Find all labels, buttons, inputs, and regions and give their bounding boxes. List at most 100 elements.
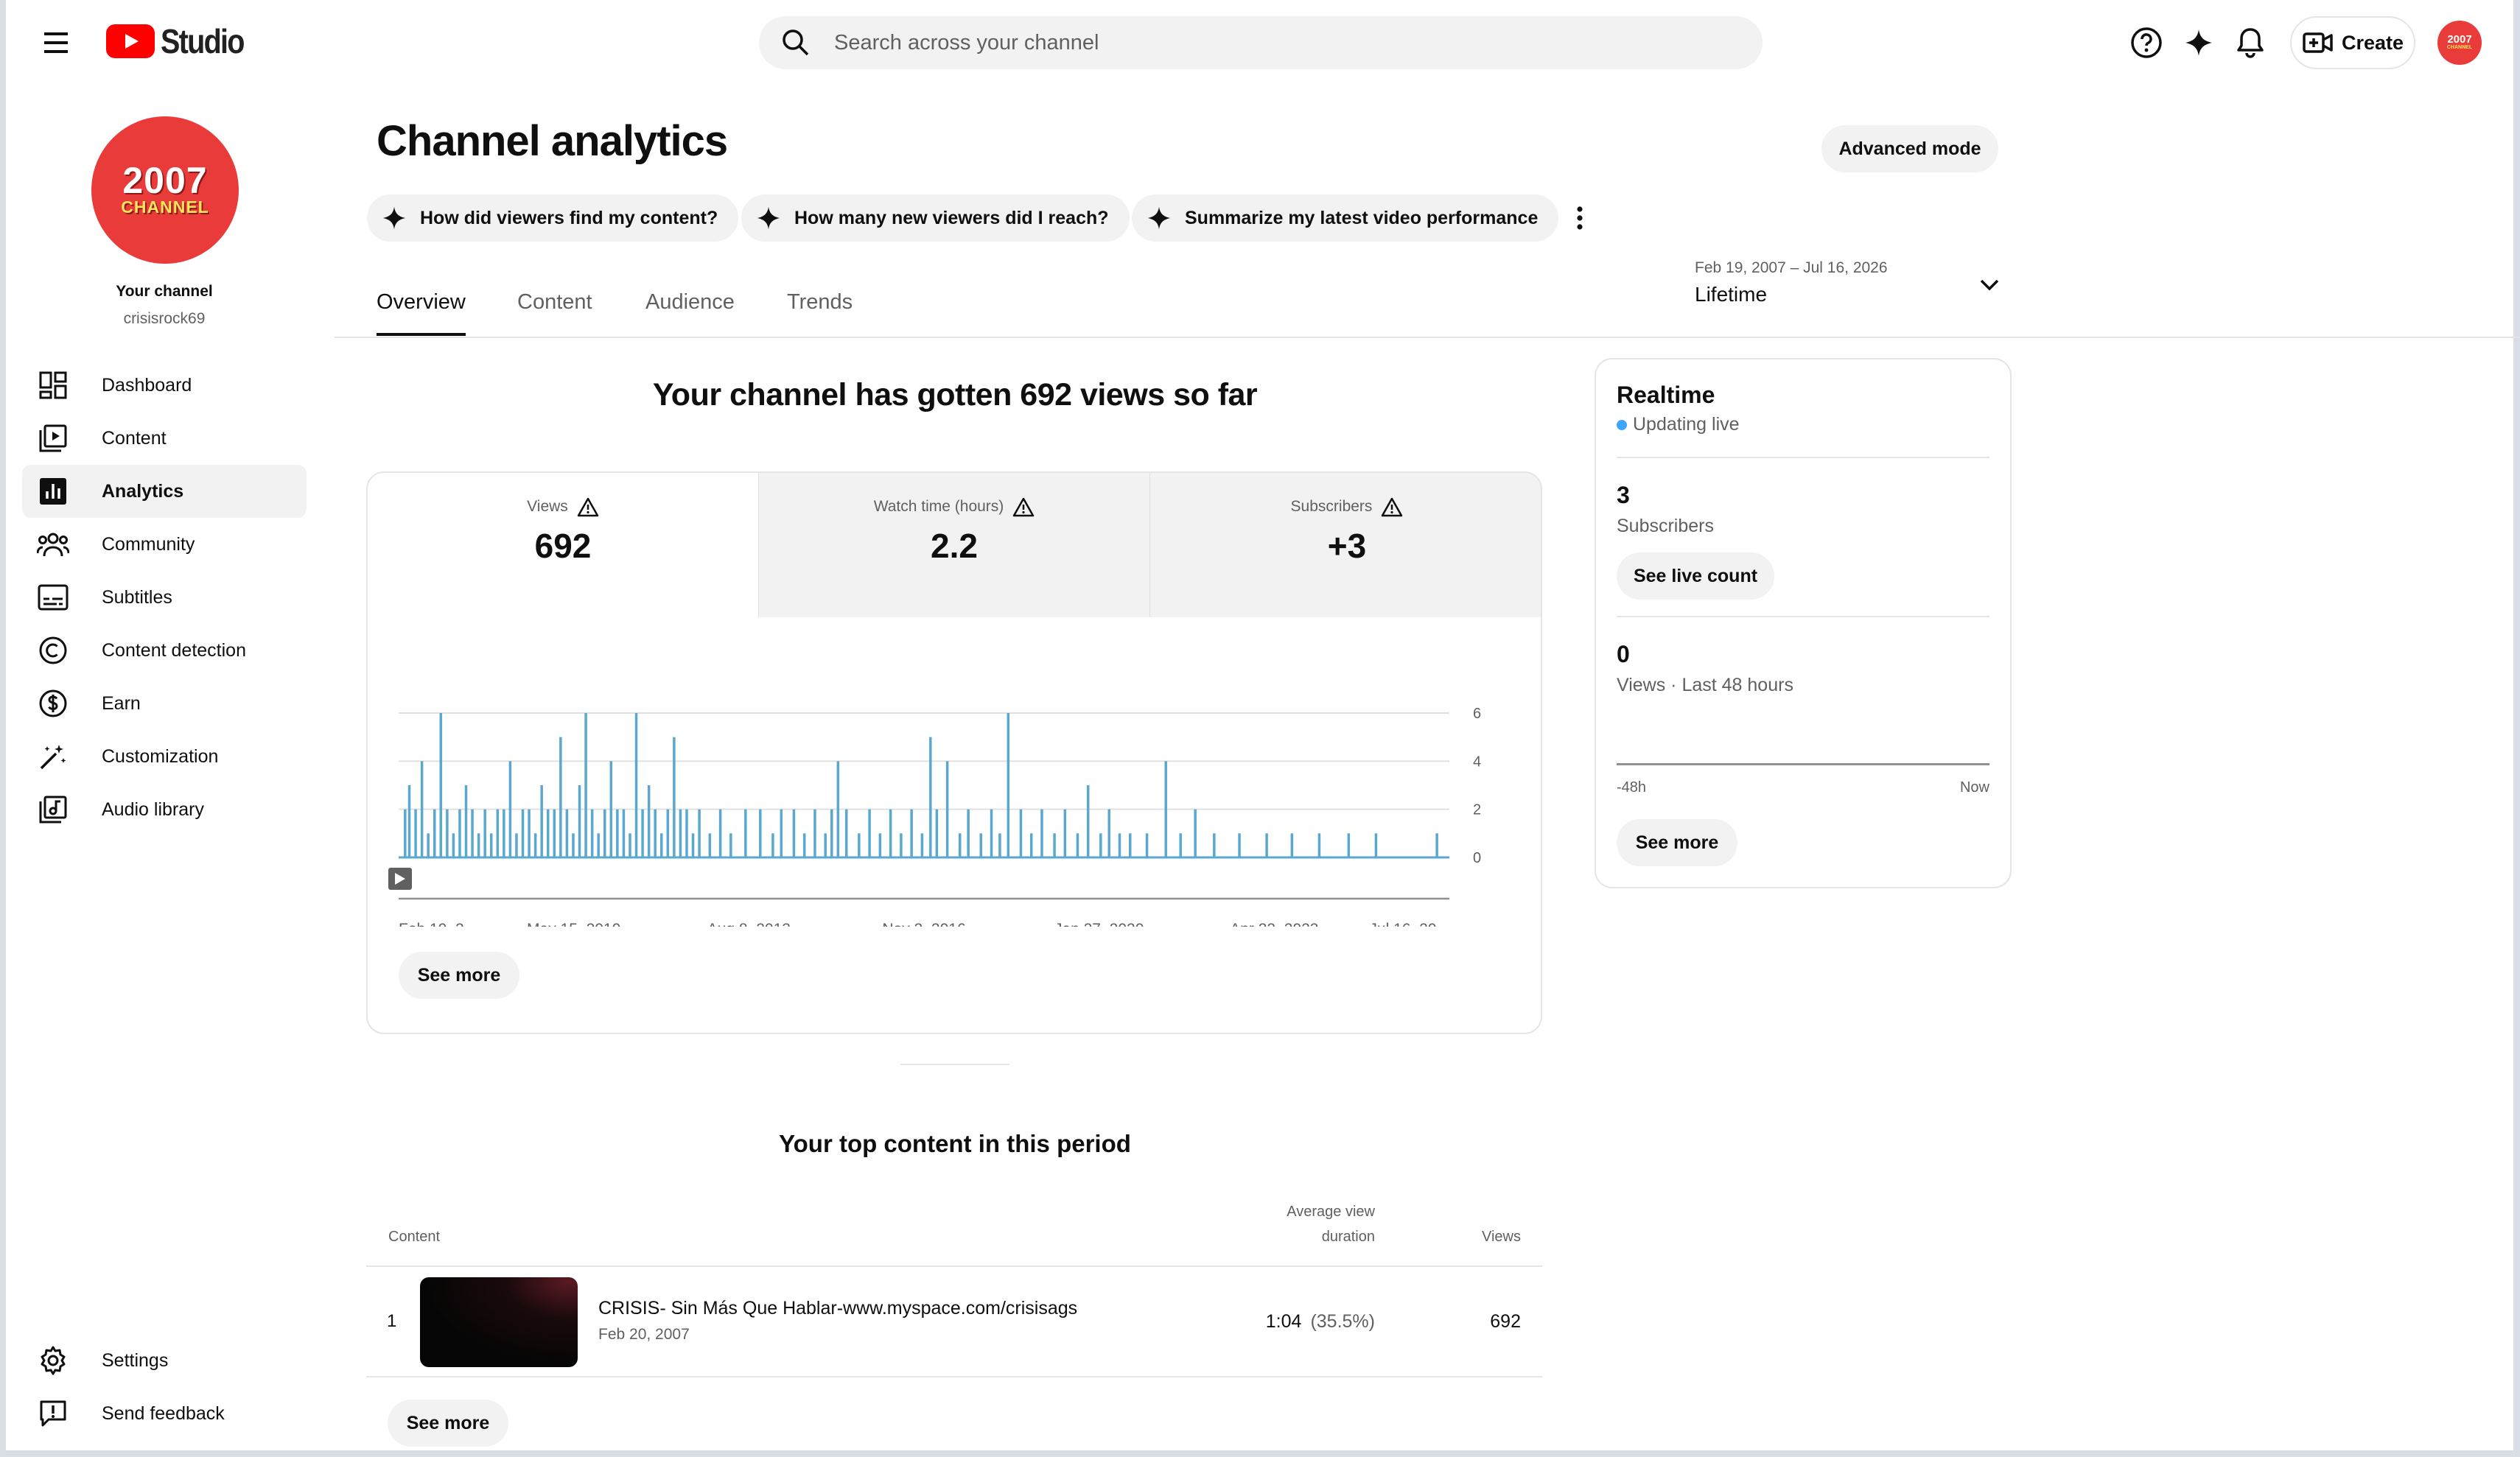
sidebar-item-settings[interactable]: Settings [22,1334,307,1387]
table-row-divider [366,1376,1542,1377]
video-title[interactable]: CRISIS- Sin Más Que Hablar-www.myspace.c… [598,1298,1077,1319]
table-header-divider [366,1265,1542,1267]
chip-label: How did viewers find my content? [420,207,718,228]
suggestion-chip-1[interactable]: How did viewers find my content? [367,194,739,242]
metric-value: +3 [1327,527,1367,565]
realtime-divider [1617,616,1989,617]
dashboard-icon [37,369,69,401]
metric-tab-watch-time[interactable]: Watch time (hours) 2.2 [758,473,1149,617]
chart-bar [836,761,840,857]
channel-avatar[interactable]: 2007 CHANNEL [91,116,239,264]
chart-bar [889,809,892,857]
suggestion-chip-2[interactable]: How many new viewers did I reach? [741,194,1130,242]
date-range-text: Feb 19, 2007 – Jul 16, 2026 [1695,259,1888,276]
live-dot-icon [1617,419,1627,430]
studio-logo[interactable]: Studio [106,21,257,62]
tab-trends[interactable]: Trends [787,290,853,336]
chart-bar [622,809,626,857]
metric-label: Watch time (hours) [873,498,1004,515]
tab-overview[interactable]: Overview [377,290,466,336]
chart-bar [685,809,688,857]
chart-bar [673,737,676,857]
y-tick-label: 2 [1473,802,1481,818]
chart-bar [759,809,762,857]
chart-see-more-button[interactable]: See more [399,952,519,999]
see-live-count-button[interactable]: See live count [1617,552,1774,600]
chart-bar [1238,833,1241,857]
realtime-see-more-button[interactable]: See more [1617,819,1737,866]
tab-audience[interactable]: Audience [645,290,735,336]
chart-bar [553,809,556,857]
account-avatar[interactable]: 2007 CHANNEL [2437,21,2482,65]
hamburger-menu-icon[interactable] [35,22,77,63]
y-tick-label: 6 [1473,706,1481,722]
realtime-chart-axis [1617,763,1989,765]
chart-bar [780,809,783,857]
chart-bar [508,761,512,857]
chart-bar [420,761,424,857]
sidebar-item-earn[interactable]: Earn [22,677,307,730]
chart-bar [1179,833,1182,857]
chart-bar [1194,809,1197,857]
chart-bar [666,809,670,857]
video-thumbnail[interactable] [420,1277,578,1367]
create-button[interactable]: Create [2290,16,2415,69]
chart-bar [427,833,430,857]
tabs-divider [335,337,2520,338]
sparkle-icon[interactable] [2178,22,2219,63]
col-header-avg-duration-line2: duration [1321,1229,1375,1245]
views-chart[interactable]: 6 4 2 0 Feb 19, 2... May 15, 2010 Aug 8, 2013 N… [368,617,1542,927]
your-channel-label: Your channel [116,283,213,300]
metric-tab-subscribers[interactable]: Subscribers +3 [1149,473,1541,617]
sidebar-item-analytics[interactable]: Analytics [22,465,307,518]
sidebar-item-dashboard[interactable]: Dashboard [22,359,307,412]
chart-bar [729,833,732,857]
chart-bar [433,809,436,857]
realtime-title: Realtime [1617,382,1715,408]
search-bar[interactable] [759,16,1763,69]
sidebar-item-audio-library[interactable]: Audio library [22,783,307,836]
community-icon [37,528,69,561]
x-tick-label: Apr 22, 2023 [1230,921,1318,927]
notifications-bell-icon[interactable] [2230,22,2271,63]
channel-avatar-line1: 2007 [122,160,208,201]
sidebar-item-content[interactable]: Content [22,412,307,465]
chart-bar [771,833,774,857]
chart-bar [813,809,816,857]
chart-bar [533,833,537,857]
chart-bar [802,833,806,857]
chart-bar [641,809,644,857]
sidebar-item-send-feedback[interactable]: Send feedback [22,1387,307,1440]
magic-wand-icon [37,740,69,773]
row-views: 692 [1490,1311,1521,1332]
content-icon [37,422,69,454]
tab-content[interactable]: Content [517,290,592,336]
search-input[interactable] [834,30,1645,55]
chart-bar [629,833,631,857]
video-add-icon [2303,32,2333,53]
sidebar-item-customization[interactable]: Customization [22,730,307,783]
chart-bar [446,809,449,857]
metric-tab-views[interactable]: Views 692 [368,473,758,617]
more-options-icon[interactable] [1567,197,1593,239]
page-title: Channel analytics [377,117,728,165]
sidebar-item-content-detection[interactable]: Content detection [22,624,307,677]
help-icon[interactable] [2126,22,2167,63]
chart-bar [458,809,461,857]
x-tick-label: Nov 2, 2016 [882,921,965,927]
top-content-see-more-button[interactable]: See more [388,1400,508,1447]
suggestion-chip-3[interactable]: Summarize my latest video performance [1132,194,1559,242]
warning-icon [577,497,599,517]
sidebar-item-subtitles[interactable]: Subtitles [22,571,307,624]
date-range-picker[interactable]: Feb 19, 2007 – Jul 16, 2026 Lifetime [1695,259,2004,318]
video-date: Feb 20, 2007 [598,1326,690,1343]
advanced-mode-button[interactable]: Advanced mode [1821,125,1998,172]
sidebar-item-label: Send feedback [102,1402,225,1424]
chart-bar [660,833,663,857]
chart-bar [515,833,518,857]
chart-bar [572,833,575,857]
chart-bar [792,809,796,857]
sidebar-item-community[interactable]: Community [22,518,307,571]
chart-bar [868,809,871,857]
chart-bar [1118,833,1121,857]
